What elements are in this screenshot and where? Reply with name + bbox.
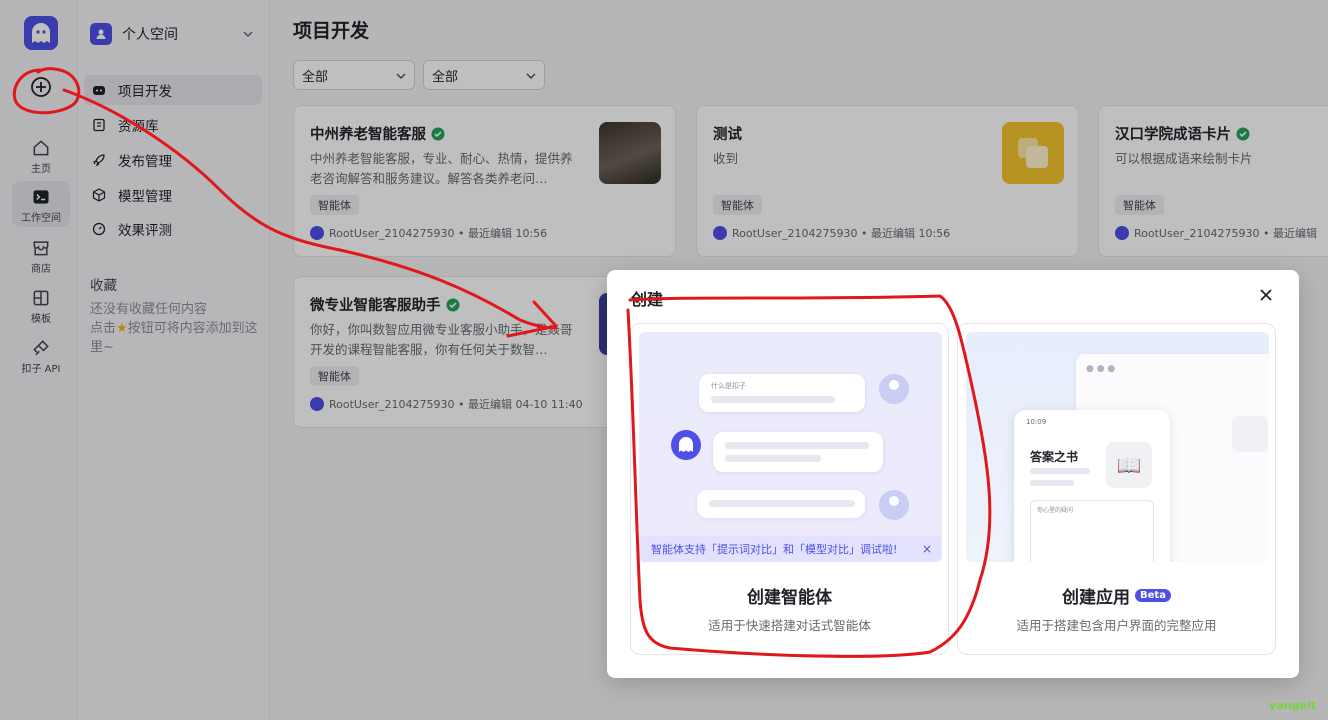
phone-mock: 10:09 答案之书 📖 你心里的疑问	[1014, 410, 1170, 562]
placeholder-bar	[725, 455, 821, 462]
user-avatar-icon	[879, 374, 909, 404]
close-icon[interactable]	[1259, 288, 1273, 302]
option-description: 适用于搭建包含用户界面的完整应用	[1016, 618, 1217, 633]
book-thumb	[1232, 416, 1268, 452]
placeholder-bar	[725, 442, 869, 449]
phone-input-box: 你心里的疑问	[1030, 500, 1154, 562]
app-illustration: ● ● ● 答案之书 10:09 答案之书 📖 你心里的疑问	[966, 332, 1269, 562]
create-dialog: 创建 什么是扣子 智能体支持「提示词对比」和「模型对比」调试啦! × 创建智能体…	[607, 270, 1299, 678]
agent-illustration: 什么是扣子 智能体支持「提示词对比」和「模型对比」调试啦! ×	[639, 332, 942, 562]
beta-badge: Beta	[1135, 589, 1171, 602]
feature-banner: 智能体支持「提示词对比」和「模型对比」调试啦! ×	[639, 536, 942, 562]
create-app-option[interactable]: ● ● ● 答案之书 10:09 答案之书 📖 你心里的疑问 创建应用 Beta…	[957, 323, 1276, 655]
placeholder-bar	[711, 396, 835, 403]
bot-avatar-icon	[671, 430, 701, 460]
watermark: yangeit	[1269, 699, 1316, 712]
banner-close-icon[interactable]: ×	[922, 542, 932, 556]
phone-title: 答案之书	[1030, 450, 1079, 464]
option-title: 创建智能体	[631, 583, 948, 608]
option-title: 创建应用 Beta	[958, 583, 1275, 608]
option-description: 适用于快速搭建对话式智能体	[708, 618, 871, 633]
dialog-title: 创建	[631, 290, 664, 309]
create-agent-option[interactable]: 什么是扣子 智能体支持「提示词对比」和「模型对比」调试啦! × 创建智能体 适用…	[630, 323, 949, 655]
option-title-text: 创建应用	[1062, 588, 1131, 608]
chat-bubble	[713, 432, 883, 472]
placeholder-bar	[709, 500, 855, 507]
chat-bubble-text: 什么是扣子	[711, 382, 746, 390]
chat-bubble	[697, 490, 865, 518]
banner-text: 智能体支持「提示词对比」和「模型对比」调试啦!	[651, 543, 898, 556]
placeholder-bar	[1030, 480, 1074, 486]
window-dots: ● ● ●	[1086, 364, 1116, 374]
phone-input-placeholder: 你心里的疑问	[1037, 507, 1074, 514]
option-title-text: 创建智能体	[747, 588, 832, 608]
phone-time: 10:09	[1026, 418, 1047, 426]
user-avatar-icon	[879, 490, 909, 520]
book-icon: 📖	[1106, 442, 1152, 488]
chat-bubble: 什么是扣子	[699, 374, 865, 412]
ghost-icon	[679, 437, 693, 452]
placeholder-bar	[1030, 468, 1090, 474]
